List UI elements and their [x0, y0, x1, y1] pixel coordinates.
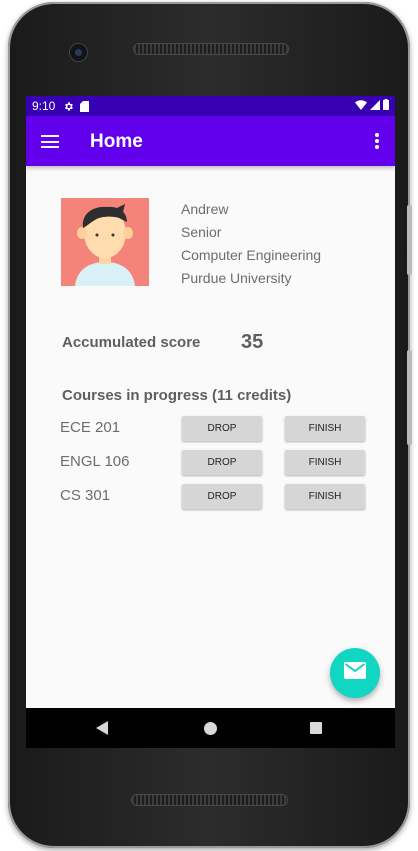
drop-button[interactable]: DROP	[182, 416, 262, 441]
sd-card-icon	[80, 100, 90, 112]
score-label: Accumulated score	[62, 334, 201, 351]
app-bar: Home	[26, 116, 395, 166]
avatar	[61, 198, 149, 286]
finish-button[interactable]: FINISH	[285, 484, 365, 509]
student-school: Purdue University	[181, 270, 292, 286]
course-row: CS 301 DROP FINISH	[26, 484, 395, 510]
volume-button	[407, 205, 412, 275]
finish-button[interactable]: FINISH	[285, 450, 365, 475]
earpiece-speaker	[134, 44, 288, 54]
course-row: ENGL 106 DROP FINISH	[26, 450, 395, 476]
back-icon[interactable]	[96, 721, 108, 735]
student-name: Andrew	[181, 201, 229, 217]
overflow-menu-icon[interactable]	[375, 133, 379, 149]
power-button	[407, 350, 412, 445]
course-name: ENGL 106	[60, 453, 130, 470]
drop-button[interactable]: DROP	[182, 484, 262, 509]
email-icon	[344, 662, 366, 684]
course-row: ECE 201 DROP FINISH	[26, 416, 395, 442]
system-nav-bar	[26, 708, 395, 748]
wifi-icon	[355, 99, 367, 113]
recents-icon[interactable]	[310, 722, 322, 734]
student-major: Computer Engineering	[181, 247, 322, 263]
settings-icon	[63, 101, 74, 112]
email-fab-button[interactable]	[330, 648, 380, 698]
student-year: Senior	[181, 224, 222, 240]
course-name: ECE 201	[60, 419, 121, 436]
status-bar: 9:10	[26, 96, 395, 116]
page-title: Home	[90, 131, 143, 152]
home-icon[interactable]	[204, 722, 217, 735]
screen: 9:10 Home Andrew Senior Computer Enginee…	[26, 96, 395, 748]
signal-icon	[370, 99, 380, 113]
finish-button[interactable]: FINISH	[285, 416, 365, 441]
score-value: 35	[241, 331, 264, 353]
hamburger-menu-icon[interactable]	[41, 135, 59, 148]
bottom-speaker	[132, 795, 287, 805]
status-time: 9:10	[32, 99, 56, 113]
battery-icon	[383, 99, 389, 113]
front-camera	[70, 44, 87, 61]
courses-heading: Courses in progress (11 credits)	[62, 387, 292, 404]
drop-button[interactable]: DROP	[182, 450, 262, 475]
course-name: CS 301	[60, 487, 111, 504]
main-content: Andrew Senior Computer Engineering Purdu…	[26, 166, 395, 708]
